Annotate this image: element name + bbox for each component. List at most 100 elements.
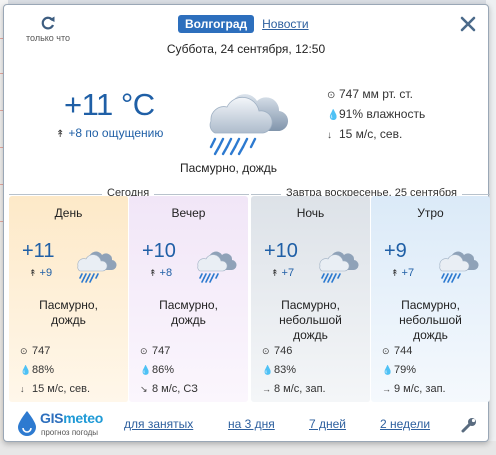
- forecast-pressure: 744: [394, 345, 413, 357]
- city-selector: Волгоград Новости: [178, 15, 309, 33]
- logo-name: GISmeteo: [40, 410, 103, 426]
- wrench-icon[interactable]: [461, 417, 477, 433]
- wind-row: ↓ 15 м/с, сев.: [327, 125, 425, 145]
- forecast-temperature: +9: [384, 240, 407, 262]
- forecast-humidity-row: 💧88%: [20, 361, 90, 380]
- refresh-icon: [41, 16, 55, 30]
- forecast-pressure-row: ⊙ 747: [20, 342, 90, 361]
- feels-like-icon: ↟: [391, 268, 399, 278]
- forecast-feels-value: +8: [159, 267, 173, 279]
- current-date: Суббота, 24 сентября, 12:50: [166, 42, 326, 56]
- cloud-rain-icon: [77, 251, 117, 283]
- forecast-humidity: 79%: [394, 364, 417, 376]
- gismeteo-logo-icon: [18, 411, 36, 436]
- forecast-condition: Пасмурно, небольшой дождь: [279, 298, 342, 342]
- cloud-rain-icon: [197, 251, 237, 283]
- forecast-wind-row: → 9 м/с, зап.: [382, 380, 446, 399]
- forecast-wind-row: → 8 м/с, зап.: [262, 380, 326, 399]
- humidity-value: 91% влажность: [339, 107, 426, 121]
- cloud-rain-icon: [319, 251, 359, 283]
- forecast-period-label: Вечер: [171, 206, 206, 220]
- refresh-button[interactable]: только что: [21, 15, 75, 43]
- forecast-condition: Пасмурно, дождь: [159, 298, 218, 327]
- humidity-icon: 💧: [140, 365, 152, 375]
- forecast-stats: ⊙ 746 💧83% → 8 м/с, зап.: [262, 342, 326, 399]
- forecast-feels-like: ↟ +9: [29, 267, 52, 279]
- forecast-wind: 8 м/с, зап.: [274, 383, 326, 395]
- forecast-pressure-row: ⊙ 747: [140, 342, 198, 361]
- close-icon[interactable]: [460, 16, 476, 32]
- pressure-value: 747 мм рт. ст.: [339, 87, 413, 101]
- forecast-temperature: +10: [142, 240, 176, 262]
- forecast-feels-like: ↟ +8: [149, 267, 172, 279]
- current-temperature: +11 °C: [64, 87, 155, 122]
- gismeteo-logo[interactable]: GISmeteo прогноз погоды: [16, 410, 103, 441]
- pressure-icon: ⊙: [140, 346, 148, 356]
- link-7-days[interactable]: 7 дней: [309, 417, 346, 431]
- forecast-wind: 15 м/с, сев.: [32, 383, 91, 395]
- wind-arrow-icon: ↘: [140, 384, 148, 394]
- forecast-feels-value: +7: [401, 267, 415, 279]
- link-for-busy[interactable]: для занятых: [124, 417, 193, 431]
- forecast-humidity: 83%: [274, 364, 297, 376]
- news-link[interactable]: Новости: [262, 17, 308, 31]
- humidity-icon: 💧: [382, 365, 394, 375]
- current-feels-like: ↟ +8 по ощущению: [56, 126, 163, 140]
- feels-like-icon: ↟: [29, 268, 37, 278]
- weather-popup: только что Волгоград Новости Суббота, 24 …: [3, 4, 490, 442]
- logo-tagline: прогноз погоды: [41, 428, 99, 437]
- forecast-wind: 9 м/с, зап.: [394, 383, 446, 395]
- wind-value: 15 м/с, сев.: [339, 127, 403, 141]
- forecast-stats: ⊙ 747 💧88% ↓ 15 м/с, сев.: [20, 342, 90, 399]
- cloud-rain-icon: [439, 251, 479, 283]
- wind-arrow-icon: ↓: [327, 130, 332, 141]
- forecast-humidity: 86%: [152, 364, 175, 376]
- forecast-temperature: +11: [22, 240, 55, 262]
- feels-like-icon: ↟: [149, 268, 157, 278]
- forecast-pressure: 747: [152, 345, 171, 357]
- forecast-pressure: 747: [32, 345, 51, 357]
- forecast-condition: Пасмурно, дождь: [39, 298, 98, 327]
- forecast-pressure-row: ⊙ 744: [382, 342, 446, 361]
- forecast-feels-like: ↟ +7: [391, 267, 414, 279]
- wind-arrow-icon: →: [262, 384, 271, 394]
- pressure-row: ⊙ 747 мм рт. ст.: [327, 85, 425, 105]
- forecast-feels-value: +7: [281, 267, 295, 279]
- current-stats: ⊙ 747 мм рт. ст. 💧91% влажность ↓ 15 м/с, …: [327, 85, 425, 145]
- link-2-weeks[interactable]: 2 недели: [380, 417, 430, 431]
- forecast-feels-like: ↟ +7: [271, 267, 294, 279]
- logo-brand: meteo: [63, 410, 103, 426]
- link-3-days[interactable]: на 3 дня: [228, 417, 275, 431]
- forecast-humidity-row: 💧83%: [262, 361, 326, 380]
- pressure-icon: ⊙: [262, 346, 270, 356]
- forecast-weather-icon: [315, 244, 359, 289]
- forecast-period-label: Ночь: [296, 206, 325, 220]
- forecast-period-label: День: [54, 206, 83, 220]
- wind-arrow-icon: →: [382, 384, 391, 394]
- wind-arrow-icon: ↓: [20, 384, 25, 394]
- forecast-stats: ⊙ 744 💧79% → 9 м/с, зап.: [382, 342, 446, 399]
- feels-like-icon: ↟: [271, 268, 279, 278]
- pressure-icon: ⊙: [327, 90, 336, 101]
- city-button[interactable]: Волгоград: [178, 15, 255, 33]
- forecast-wind-row: ↓ 15 м/с, сев.: [20, 380, 90, 399]
- humidity-icon: 💧: [262, 365, 274, 375]
- feels-like-text: +8 по ощущению: [68, 126, 164, 140]
- forecast-morning: Утро +9 ↟ +7 Пасмурно, небольшой дождь ⊙ 7…: [371, 196, 490, 402]
- pressure-icon: ⊙: [382, 346, 390, 356]
- forecast-weather-icon: [73, 244, 117, 289]
- pressure-icon: ⊙: [20, 346, 28, 356]
- forecast-pressure-row: ⊙ 746: [262, 342, 326, 361]
- background-page-bottom: [0, 441, 496, 455]
- feels-like-icon: ↟: [56, 129, 65, 140]
- forecast-stats: ⊙ 747 💧86% ↘ 8 м/с, СЗ: [140, 342, 198, 399]
- forecast-night: Ночь +10 ↟ +7 Пасмурно, небольшой дождь ⊙…: [251, 196, 371, 402]
- forecast-temperature: +10: [264, 240, 298, 262]
- forecast-evening: Вечер +10 ↟ +8 Пасмурно, дождь ⊙ 747 💧86% …: [129, 196, 248, 402]
- forecast-humidity-row: 💧79%: [382, 361, 446, 380]
- forecast-wind: 8 м/с, СЗ: [152, 383, 198, 395]
- forecast-humidity: 88%: [32, 364, 55, 376]
- current-condition: Пасмурно, дождь: [180, 161, 278, 175]
- forecast-pressure: 746: [274, 345, 293, 357]
- forecast-weather-icon: [435, 244, 479, 289]
